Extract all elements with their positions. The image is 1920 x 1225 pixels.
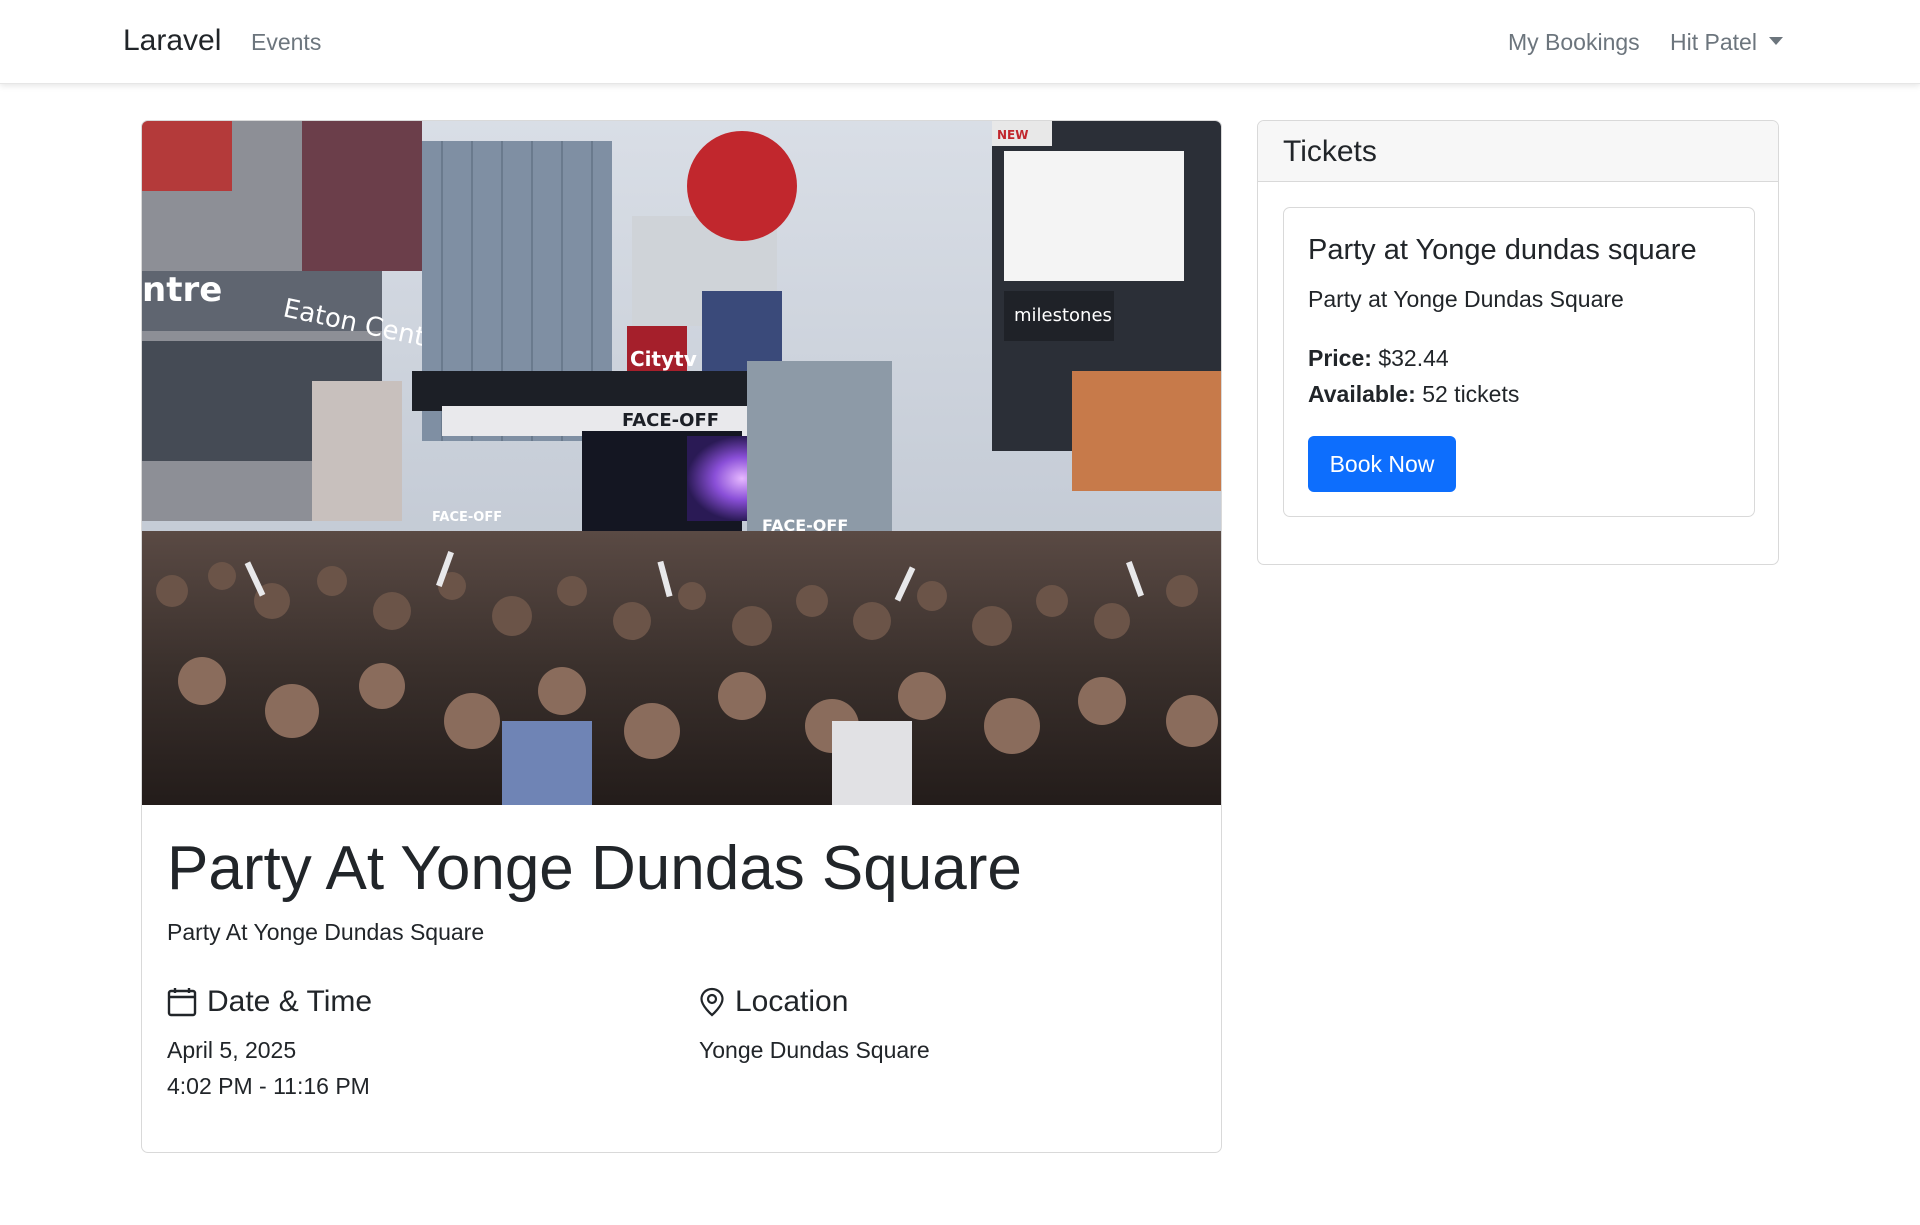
ticket-price-label: Price: bbox=[1308, 345, 1372, 371]
top-navbar: Laravel Events My Bookings Hit Patel bbox=[0, 0, 1920, 84]
event-location: Yonge Dundas Square bbox=[699, 1037, 930, 1063]
ticket-description: Party at Yonge Dundas Square bbox=[1308, 286, 1624, 312]
brand-logo-link[interactable]: Laravel bbox=[123, 24, 221, 58]
ticket-price-row: Price: $32.44 bbox=[1308, 345, 1449, 372]
tickets-card: Tickets Party at Yonge dundas square Par… bbox=[1257, 120, 1779, 565]
event-details-card: ntre Eaton Centre Citytv milestones NEW bbox=[141, 120, 1222, 1153]
location-heading-label: Location bbox=[735, 985, 849, 1018]
date-time-heading: Date & Time bbox=[167, 985, 372, 1019]
user-name: Hit Patel bbox=[1670, 29, 1757, 55]
svg-text:FACE-OFF: FACE-OFF bbox=[622, 410, 719, 431]
date-time-heading-label: Date & Time bbox=[207, 985, 373, 1018]
location-heading: Location bbox=[699, 985, 848, 1019]
caret-down-icon bbox=[1768, 36, 1783, 45]
book-now-button[interactable]: Book Now bbox=[1308, 436, 1456, 492]
ticket-name: Party at Yonge dundas square bbox=[1308, 234, 1697, 266]
ticket-available-row: Available: 52 tickets bbox=[1308, 381, 1519, 408]
ticket-item: Party at Yonge dundas square Party at Yo… bbox=[1283, 207, 1755, 517]
svg-text:ntre: ntre bbox=[142, 270, 222, 310]
svg-text:FACE-OFF: FACE-OFF bbox=[432, 510, 502, 525]
map-pin-icon bbox=[699, 987, 725, 1017]
nav-link-my-bookings[interactable]: My Bookings bbox=[1508, 29, 1640, 56]
event-subtitle: Party At Yonge Dundas Square bbox=[167, 919, 485, 945]
ticket-available: 52 tickets bbox=[1422, 381, 1520, 407]
event-banner-image: ntre Eaton Centre Citytv milestones NEW bbox=[142, 121, 1221, 805]
event-time: 4:02 PM - 11:16 PM bbox=[167, 1073, 370, 1099]
ticket-price: $32.44 bbox=[1378, 345, 1449, 371]
nav-link-events[interactable]: Events bbox=[251, 29, 321, 56]
svg-text:Citytv: Citytv bbox=[630, 347, 697, 371]
event-date: April 5, 2025 bbox=[167, 1037, 297, 1063]
tickets-heading: Tickets bbox=[1283, 135, 1377, 168]
ticket-available-label: Available: bbox=[1308, 381, 1416, 407]
event-title: Party At Yonge Dundas Square bbox=[167, 834, 1022, 903]
svg-text:milestones: milestones bbox=[1014, 305, 1112, 326]
user-dropdown-toggle[interactable]: Hit Patel bbox=[1670, 29, 1783, 56]
calendar-icon bbox=[167, 987, 197, 1017]
svg-text:NEW: NEW bbox=[997, 128, 1028, 142]
tickets-card-header: Tickets bbox=[1258, 121, 1778, 182]
